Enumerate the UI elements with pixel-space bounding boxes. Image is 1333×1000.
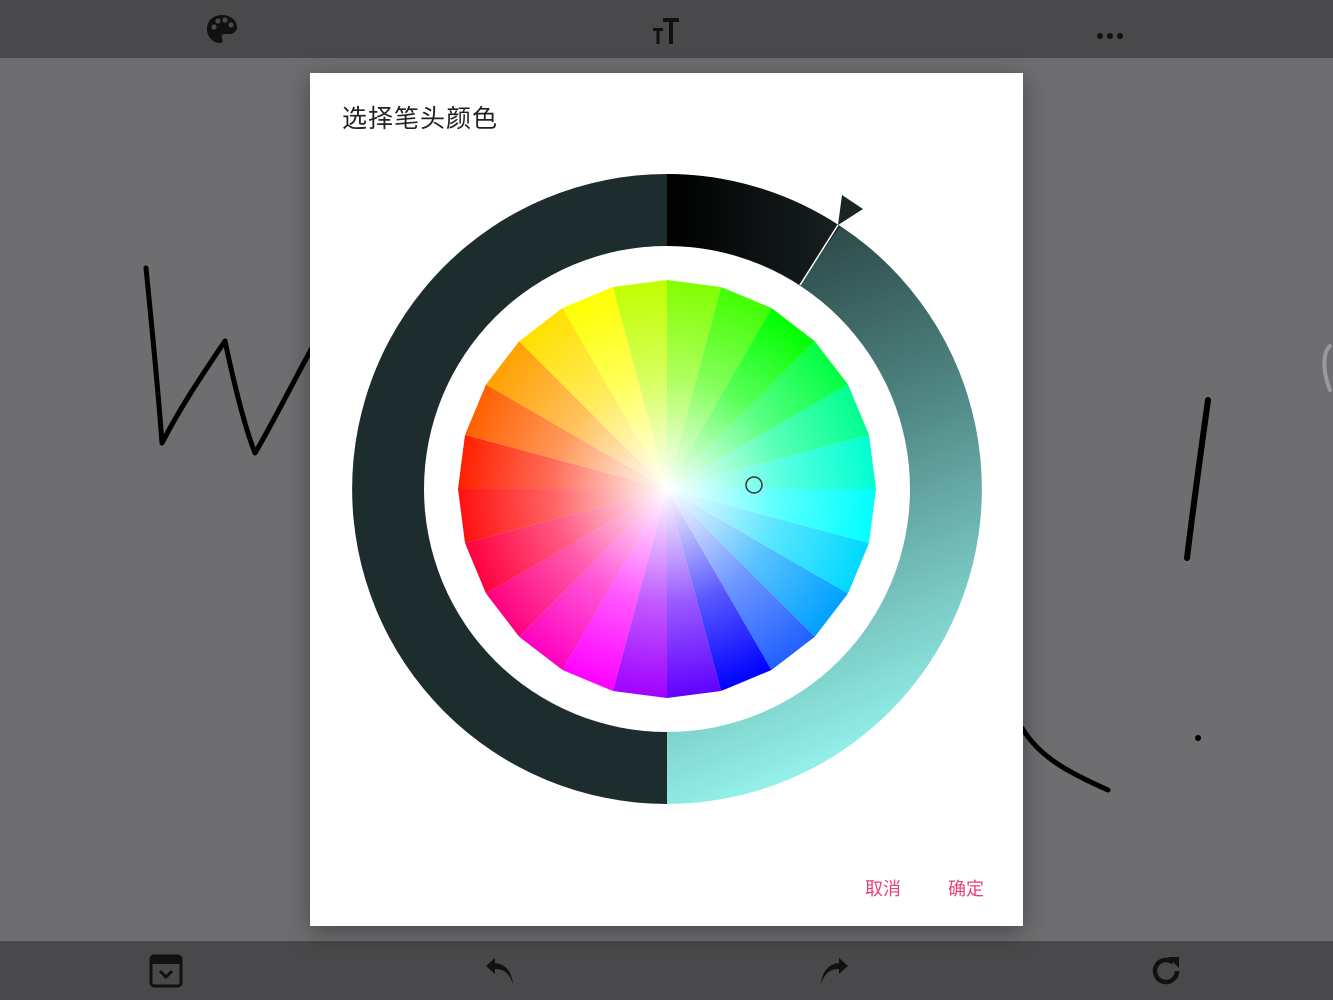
color-picker-dialog: 选择笔头颜色 取消 确定: [310, 73, 1023, 926]
dialog-title: 选择笔头颜色: [342, 104, 499, 133]
hue-wheel[interactable]: [458, 280, 876, 698]
confirm-button[interactable]: 确定: [942, 871, 990, 905]
cancel-button[interactable]: 取消: [859, 871, 907, 905]
color-picker[interactable]: [310, 73, 1023, 926]
